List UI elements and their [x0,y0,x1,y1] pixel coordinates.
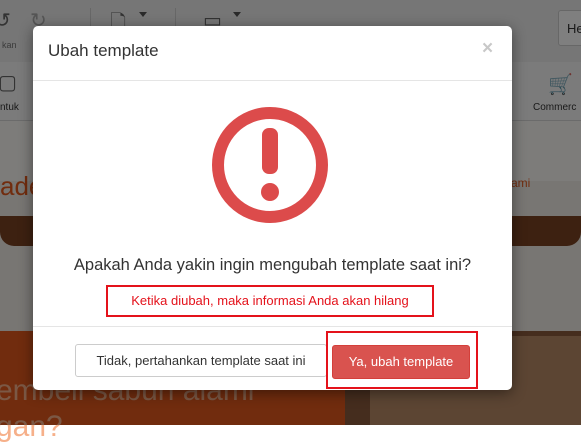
warning-exclamation-icon [212,107,328,223]
dialog-footer: Tidak, pertahankan template saat ini Ya,… [33,326,512,390]
warning-message: Ketika diubah, maka informasi Anda akan … [131,293,409,308]
change-template-dialog: Ubah template × Apakah Anda yakin ingin … [33,26,512,390]
close-icon[interactable]: × [482,38,493,60]
confirmation-question: Apakah Anda yakin ingin mengubah templat… [73,256,472,274]
dialog-title: Ubah template [48,41,159,60]
confirm-highlight-box: Ya, ubah template [326,331,478,389]
cancel-button[interactable]: Tidak, pertahankan template saat ini [75,344,327,377]
dialog-header: Ubah template × [33,26,512,81]
confirm-change-template-button[interactable]: Ya, ubah template [332,345,470,379]
warning-highlight-box: Ketika diubah, maka informasi Anda akan … [106,285,434,317]
